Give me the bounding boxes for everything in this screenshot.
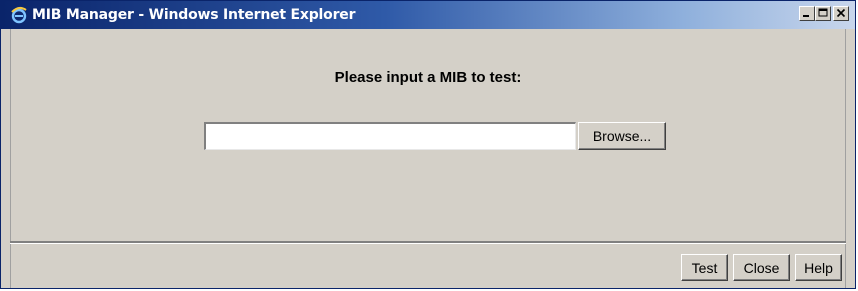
- dialog-content: Please input a MIB to test: Browse...: [10, 29, 846, 241]
- minimize-button[interactable]: [799, 6, 815, 21]
- minimize-icon: [802, 5, 812, 23]
- prompt-label: Please input a MIB to test:: [334, 69, 522, 86]
- close-window-button[interactable]: [833, 6, 849, 21]
- close-icon: [836, 5, 846, 23]
- maximize-button[interactable]: [815, 6, 831, 21]
- test-button[interactable]: Test: [681, 254, 728, 281]
- maximize-icon: [818, 5, 828, 23]
- browse-button[interactable]: Browse...: [578, 122, 666, 150]
- browser-window: MIB Manager - Windows Internet Explorer …: [0, 0, 856, 289]
- close-button[interactable]: Close: [733, 254, 790, 281]
- dialog-footer: Test Close Help: [10, 244, 846, 288]
- ie-icon: [10, 6, 28, 24]
- mib-file-input[interactable]: [204, 122, 576, 150]
- window-controls: [799, 6, 849, 21]
- title-bar[interactable]: MIB Manager - Windows Internet Explorer: [1, 1, 855, 29]
- window-title: MIB Manager - Windows Internet Explorer: [32, 7, 356, 23]
- help-button[interactable]: Help: [795, 254, 842, 281]
